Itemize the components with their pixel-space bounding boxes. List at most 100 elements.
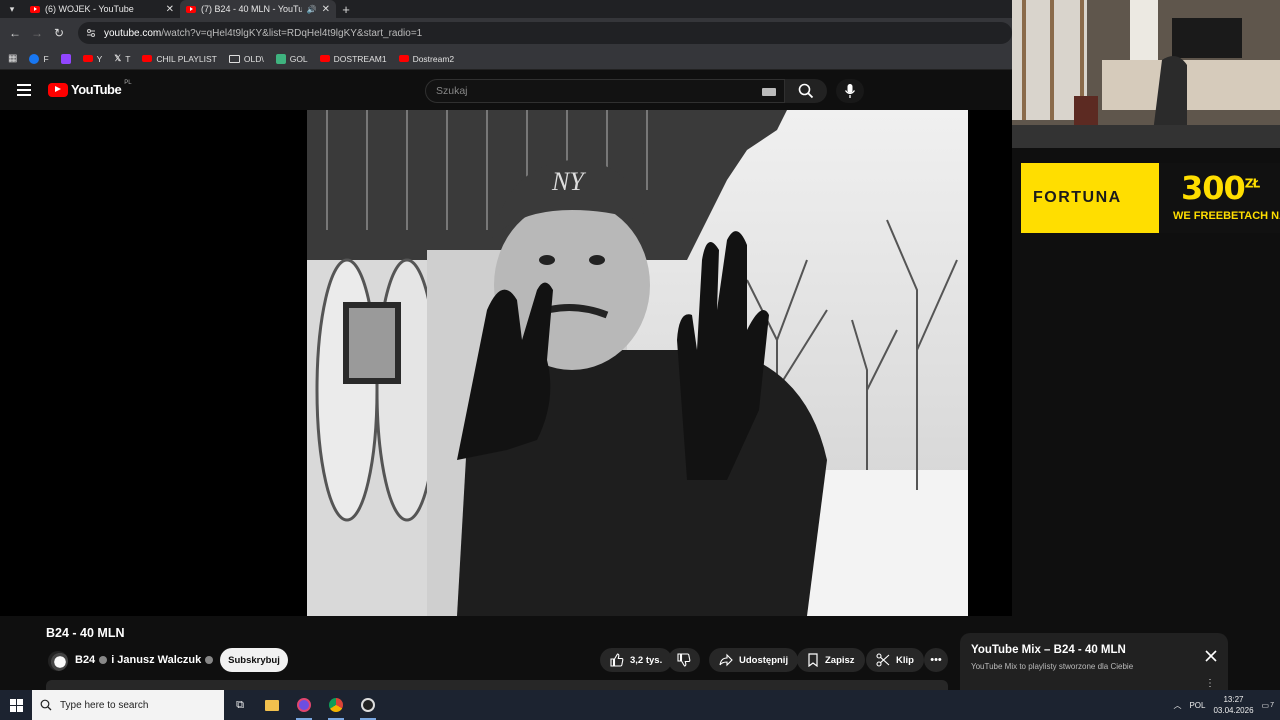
like-count: 3,2 tys.: [630, 654, 663, 666]
save-label: Zapisz: [825, 654, 855, 666]
tab-title: (7) B24 - 40 MLN - YouTube: [201, 4, 302, 14]
back-arrow-icon[interactable]: ←: [6, 24, 24, 42]
youtube-favicon-icon: [186, 5, 196, 13]
bookmark-t[interactable]: 𝕏T: [114, 53, 130, 64]
tab-title: (6) WOJEK - YouTube: [45, 4, 134, 14]
search-placeholder: Szukaj: [436, 85, 468, 97]
webcam-image: [1012, 0, 1280, 148]
more-dots-icon: •••: [930, 654, 942, 666]
youtube-favicon-icon: [30, 5, 40, 13]
youtube-icon: [319, 55, 330, 62]
taskbar-search-input[interactable]: Type here to search: [32, 690, 224, 720]
bookmark-f[interactable]: F: [29, 53, 49, 64]
fortuna-currency: ZŁ: [1244, 176, 1260, 191]
task-view-button[interactable]: ⧉: [224, 690, 256, 720]
tab-close-icon[interactable]: ✕: [322, 4, 330, 15]
new-tab-button[interactable]: +: [336, 2, 356, 17]
speaker-icon[interactable]: 🔊: [307, 5, 317, 14]
bookmark-twitch[interactable]: [60, 53, 71, 64]
youtube-logo[interactable]: YouTube PL: [48, 79, 132, 97]
more-actions-button[interactable]: •••: [924, 648, 948, 672]
address-bar[interactable]: youtube.com/watch?v=qHel4t9lgKY&list=RDq…: [78, 22, 1012, 44]
close-icon[interactable]: [1204, 649, 1218, 663]
reload-icon[interactable]: ↻: [50, 24, 68, 42]
clip-button[interactable]: Klip: [866, 648, 924, 672]
tab-b24[interactable]: (7) B24 - 40 MLN - YouTube 🔊 ✕: [180, 0, 336, 18]
bookmark-label: OLD\: [243, 53, 264, 64]
bookmark-dostream1[interactable]: DOSTREAM1: [319, 54, 387, 64]
video-still-image: NY: [307, 110, 968, 616]
share-label: Udostępnij: [739, 654, 789, 666]
voice-search-button[interactable]: [836, 79, 864, 103]
facebook-icon: [29, 53, 40, 64]
video-frame[interactable]: NY: [307, 110, 968, 616]
logo-text: YouTube: [71, 82, 122, 97]
thumbs-down-icon: [677, 653, 691, 667]
tray-chevron-up-icon[interactable]: ︿: [1173, 700, 1181, 711]
tab-search-chevron-icon[interactable]: ▾: [0, 0, 24, 18]
windows-logo-icon: [9, 698, 23, 712]
tab-wojek[interactable]: (6) WOJEK - YouTube ✕: [24, 0, 180, 18]
youtube-logo-icon: [48, 82, 68, 97]
bookmark-folder-old[interactable]: OLD\: [228, 53, 264, 64]
file-explorer-button[interactable]: [256, 690, 288, 720]
channel-names[interactable]: B24 i Janusz Walczuk: [75, 654, 214, 666]
save-button[interactable]: Zapisz: [797, 648, 865, 672]
keyboard-icon[interactable]: [762, 88, 776, 96]
browser-app-icon: [297, 698, 311, 712]
verified-icon: [99, 656, 108, 664]
site-settings-icon[interactable]: [86, 28, 96, 38]
search-icon: [798, 83, 814, 99]
microphone-icon: [844, 84, 856, 98]
search-input[interactable]: Szukaj: [425, 79, 785, 103]
verified-icon: [205, 656, 214, 664]
bookmark-label: Dostream2: [412, 53, 455, 64]
browser-tab-strip: ▾ (6) WOJEK - YouTube ✕ (7) B24 - 40 MLN…: [0, 0, 1012, 18]
region-code: PL: [124, 79, 132, 86]
fortuna-brand: FORTUNA: [1033, 189, 1122, 206]
opera-gx-button[interactable]: [288, 690, 320, 720]
subscribe-button[interactable]: Subskrybuj: [220, 648, 288, 672]
share-button[interactable]: Udostępnij: [709, 648, 799, 672]
dislike-button[interactable]: [668, 648, 700, 672]
bookmark-gol[interactable]: GOL: [275, 53, 308, 64]
channel-name[interactable]: B24: [75, 654, 95, 666]
menu-hamburger-icon[interactable]: [17, 84, 31, 96]
language-indicator[interactable]: POL: [1189, 701, 1205, 710]
browser-toolbar: ← → ↻ youtube.com/watch?v=qHel4t9lgKY&li…: [0, 18, 1012, 48]
start-button[interactable]: [0, 690, 32, 720]
x-logo-icon: 𝕏: [114, 53, 122, 63]
apps-grid-icon[interactable]: ▦: [8, 53, 17, 64]
notification-icon[interactable]: ▭ 7: [1262, 701, 1274, 710]
clock-time: 13:27: [1223, 695, 1244, 704]
bookmark-y[interactable]: Y: [82, 54, 102, 64]
clock[interactable]: 13:27 03.04.2026: [1213, 694, 1253, 716]
opera-button[interactable]: [352, 690, 384, 720]
tab-close-icon[interactable]: ✕: [166, 4, 174, 15]
clock-date: 03.04.2026: [1213, 706, 1254, 715]
folder-icon: [228, 54, 240, 63]
clip-label: Klip: [896, 654, 914, 666]
youtube-icon: [142, 55, 153, 62]
url-path: /watch?v=qHel4t9lgKY&list=RDqHel4t9lgKY&…: [161, 27, 423, 39]
bookmark-label: GOL: [289, 53, 308, 64]
gol-icon: [275, 53, 286, 64]
collab-channel-name[interactable]: i Janusz Walczuk: [111, 654, 201, 666]
fortuna-amount-value: 300: [1181, 169, 1246, 207]
like-button[interactable]: 3,2 tys.: [600, 648, 673, 672]
bookmark-chil-playlist[interactable]: CHIL PLAYLIST: [142, 54, 217, 64]
forward-arrow-icon[interactable]: →: [28, 24, 46, 42]
bookmark-dostream2[interactable]: Dostream2: [398, 53, 455, 64]
scissors-icon: [876, 653, 890, 667]
search-button[interactable]: [785, 79, 827, 103]
mix-subtitle: YouTube Mix to playlisty stworzone dla C…: [971, 662, 1134, 671]
channel-avatar[interactable]: [48, 651, 68, 671]
youtube-icon: [398, 55, 409, 62]
mix-title[interactable]: YouTube Mix – B24 - 40 MLN: [971, 644, 1126, 656]
mix-more-icon[interactable]: ⋮: [1205, 678, 1215, 689]
bookmark-label: F: [43, 53, 49, 64]
thumbs-up-icon: [610, 653, 624, 667]
url-host: youtube.com: [104, 27, 162, 39]
fortuna-ad-banner[interactable]: FORTUNA 300ZŁ WE FREEBETACH NA STA: [1021, 163, 1280, 233]
chrome-button[interactable]: [320, 690, 352, 720]
